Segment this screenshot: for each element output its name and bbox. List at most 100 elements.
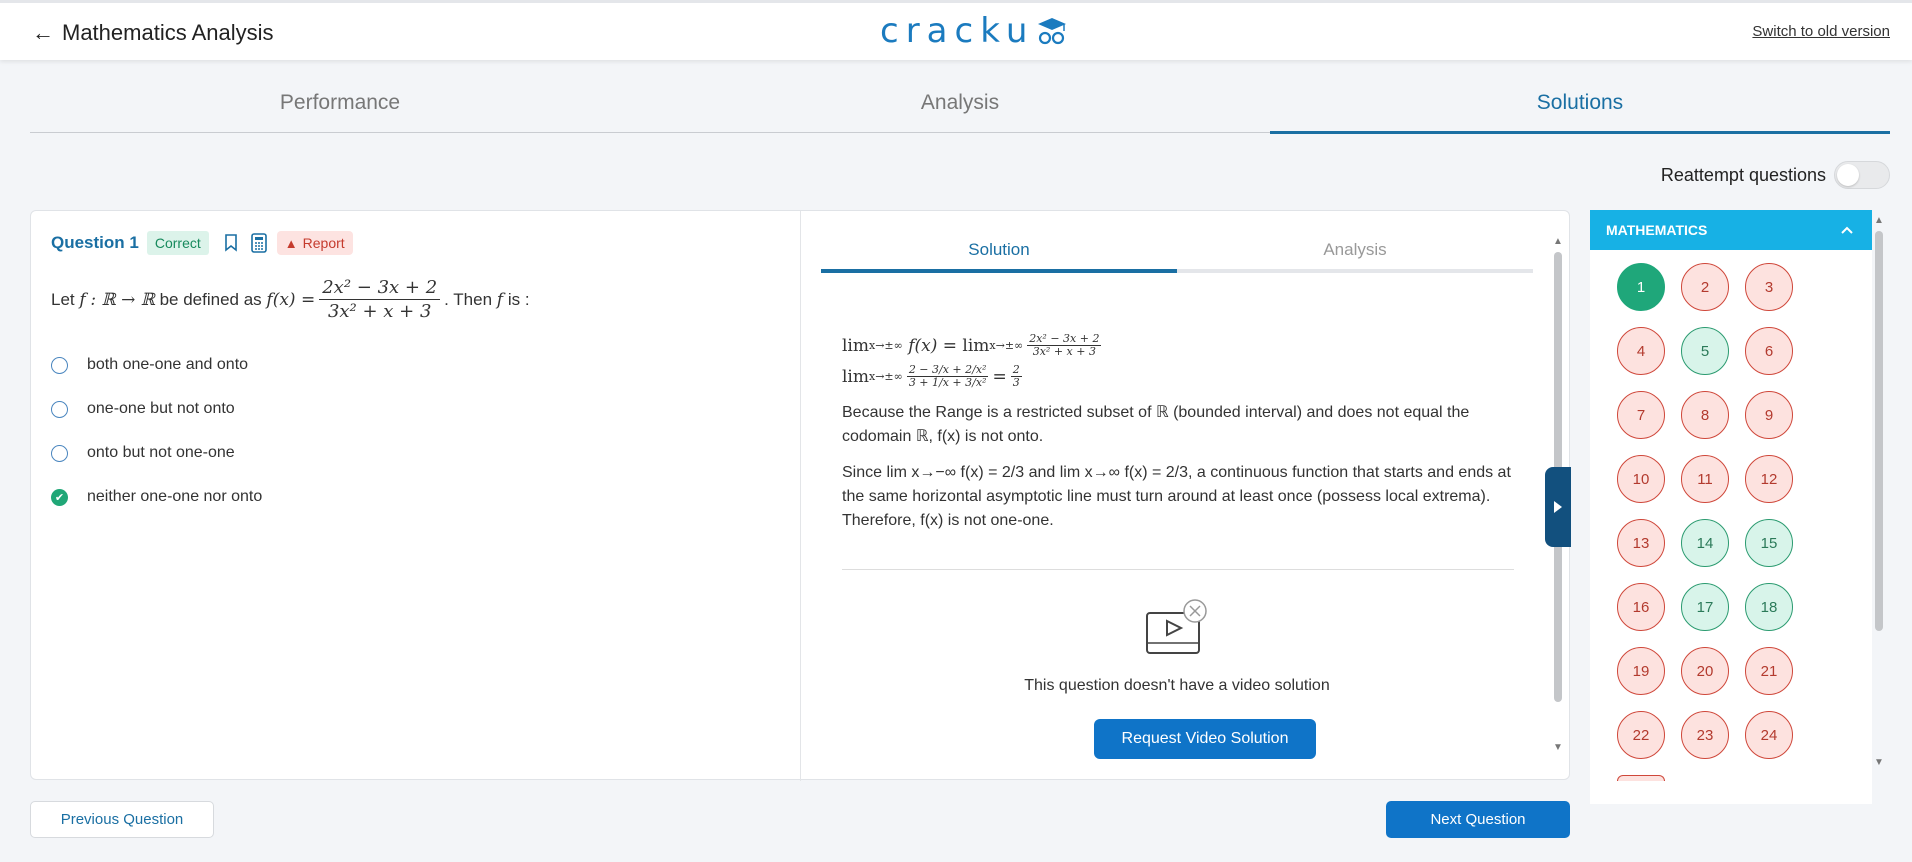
solution-fraction: 2x² − 3x + 2 3x² + x + 3 (1027, 333, 1102, 358)
question-button-24[interactable]: 24 (1745, 711, 1793, 759)
previous-question-button[interactable]: Previous Question (30, 801, 214, 838)
question-grid: 1 2 3 4 5 6 7 8 9 10 11 12 13 14 15 16 17 18 19 20 21 22 23 24 (1617, 263, 1793, 781)
question-text-mid: be defined as (159, 289, 262, 309)
solution-line-2: lim x→±∞ 2 − 3/x + 2/x² 3 + 1/x + 3/x² = … (842, 364, 1512, 389)
question-button-partial[interactable] (1617, 775, 1665, 781)
option-label: one-one but not onto (87, 400, 235, 417)
result-tabs: Performance Analysis Solutions (30, 78, 1890, 134)
question-button-20[interactable]: 20 (1681, 647, 1729, 695)
switch-old-version-link[interactable]: Switch to old version (1752, 23, 1890, 40)
no-video-message: This question doesn't have a video solut… (1024, 677, 1330, 694)
tab-solution[interactable]: Solution (821, 231, 1177, 273)
palette-section-header[interactable]: MATHEMATICS (1590, 210, 1872, 250)
collapse-palette-button[interactable] (1545, 467, 1571, 547)
reattempt-label: Reattempt questions (1660, 164, 1826, 185)
option-3[interactable]: onto but not one-one (51, 431, 262, 475)
lim-text: lim (962, 335, 990, 356)
question-button-19[interactable]: 19 (1617, 647, 1665, 695)
cracku-logo[interactable]: cracku (880, 11, 1070, 51)
question-number: Question 1 (51, 233, 139, 252)
video-unavailable-icon (1146, 599, 1207, 654)
scroll-down-icon[interactable]: ▼ (1553, 742, 1563, 753)
solution-paragraph-2: Since lim x→−∞ f(x) = 2/3 and lim x→∞ f(… (842, 464, 1511, 529)
solution-fraction: 2 − 3/x + 2/x² 3 + 1/x + 3/x² (906, 364, 989, 389)
option-label: onto but not one-one (87, 444, 235, 461)
page-title: Mathematics Analysis (62, 20, 274, 45)
report-button[interactable]: ▲ Report (276, 231, 353, 255)
back-arrow-icon[interactable]: ← (32, 20, 54, 46)
question-button-13[interactable]: 13 (1617, 519, 1665, 567)
question-text-fx: f(x) = (266, 289, 316, 310)
warning-icon: ▲ (284, 235, 298, 251)
tab-solution-analysis[interactable]: Analysis (1177, 231, 1533, 269)
chevron-up-icon[interactable] (1840, 225, 1854, 235)
tab-analysis[interactable]: Analysis (650, 78, 1270, 132)
next-question-button[interactable]: Next Question (1386, 801, 1570, 838)
option-label: both one-one and onto (87, 356, 249, 373)
answer-options: both one-one and onto one-one but not on… (51, 343, 262, 519)
question-button-11[interactable]: 11 (1681, 455, 1729, 503)
question-button-6[interactable]: 6 (1745, 327, 1793, 375)
question-button-21[interactable]: 21 (1745, 647, 1793, 695)
option-label: neither one-one nor onto (87, 488, 263, 505)
check-circle-icon[interactable]: ✔ (51, 488, 68, 506)
tab-solutions[interactable]: Solutions (1270, 78, 1890, 134)
request-video-button[interactable]: Request Video Solution (1094, 719, 1316, 759)
back-button[interactable]: ← Mathematics Analysis (32, 20, 274, 46)
question-text-domain: : ℝ → ℝ (90, 289, 155, 310)
question-button-17[interactable]: 17 (1681, 583, 1729, 631)
option-1[interactable]: both one-one and onto (51, 343, 262, 387)
lim-text: lim (842, 366, 869, 387)
question-button-23[interactable]: 23 (1681, 711, 1729, 759)
bookmark-icon[interactable] (221, 232, 241, 254)
question-text-f: f (79, 289, 86, 310)
radio-icon[interactable] (51, 400, 68, 418)
section-name: MATHEMATICS (1606, 222, 1708, 238)
question-button-12[interactable]: 12 (1745, 455, 1793, 503)
question-button-3[interactable]: 3 (1745, 263, 1793, 311)
lim-subscript: x→±∞ (989, 338, 1024, 352)
play-arrow-icon (1554, 501, 1562, 513)
tab-performance[interactable]: Performance (30, 78, 650, 132)
solution-paragraph-1: Because the Range is a restricted subset… (842, 404, 1470, 445)
question-button-2[interactable]: 2 (1681, 263, 1729, 311)
fraction-numerator: 2x² − 3x + 2 (319, 277, 441, 300)
question-button-7[interactable]: 7 (1617, 391, 1665, 439)
question-text: Let f : ℝ → ℝ be defined as f(x) = 2x² −… (51, 277, 530, 322)
question-button-14[interactable]: 14 (1681, 519, 1729, 567)
scroll-up-icon[interactable]: ▲ (1874, 215, 1884, 226)
question-button-4[interactable]: 4 (1617, 327, 1665, 375)
question-button-16[interactable]: 16 (1617, 583, 1665, 631)
palette-scrollbar[interactable]: ▲ ▼ (1874, 215, 1884, 775)
scroll-up-icon[interactable]: ▲ (1553, 236, 1563, 247)
question-button-1[interactable]: 1 (1617, 263, 1665, 311)
question-button-18[interactable]: 18 (1745, 583, 1793, 631)
solution-body: lim x→±∞ f(x) = lim x→±∞ 2x² − 3x + 2 3x² … (842, 333, 1512, 533)
fraction-denominator: 3 + 1/x + 3/x² (908, 376, 987, 389)
question-fraction: 2x² − 3x + 2 3x² + x + 3 (319, 277, 441, 322)
question-button-9[interactable]: 9 (1745, 391, 1793, 439)
question-text-then: . Then (444, 289, 493, 309)
radio-icon[interactable] (51, 356, 68, 374)
calculator-icon[interactable] (249, 232, 269, 254)
question-header: Question 1 Correct ▲ Report (51, 231, 353, 255)
option-2[interactable]: one-one but not onto (51, 387, 262, 431)
question-button-15[interactable]: 15 (1745, 519, 1793, 567)
scroll-thumb[interactable] (1875, 231, 1883, 631)
solution-line-1: lim x→±∞ f(x) = lim x→±∞ 2x² − 3x + 2 3x² … (842, 333, 1512, 358)
question-button-22[interactable]: 22 (1617, 711, 1665, 759)
radio-icon[interactable] (51, 444, 68, 462)
question-button-5[interactable]: 5 (1681, 327, 1729, 375)
question-button-8[interactable]: 8 (1681, 391, 1729, 439)
question-text-is: is : (507, 289, 530, 309)
reattempt-toggle[interactable] (1834, 161, 1890, 189)
scroll-down-icon[interactable]: ▼ (1874, 757, 1884, 768)
option-4[interactable]: ✔ neither one-one nor onto (51, 475, 262, 519)
equals-sign: = (992, 366, 1007, 387)
fraction-denominator: 3 (1012, 376, 1020, 389)
fraction-denominator: 3x² + x + 3 (327, 301, 432, 322)
top-header: ← Mathematics Analysis cracku Switch to … (0, 0, 1912, 60)
question-text-f2: f (496, 289, 504, 310)
report-label: Report (302, 235, 345, 251)
question-button-10[interactable]: 10 (1617, 455, 1665, 503)
